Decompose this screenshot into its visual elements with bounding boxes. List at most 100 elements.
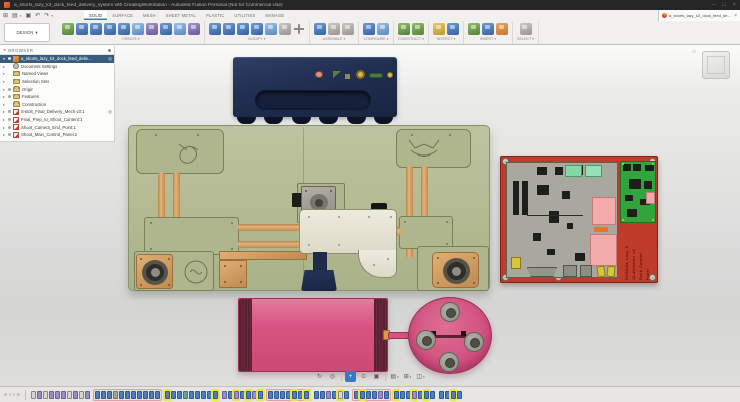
- browser-item-s-bolt-final-delivery-mech-v3-1[interactable]: ▸S-Bolt_Final_Delivery_Mech v3:1◎: [0, 108, 114, 116]
- timeline-feature-icon[interactable]: [189, 391, 194, 399]
- save-icon[interactable]: ▣: [25, 11, 31, 21]
- timeline-feature-icon[interactable]: [274, 391, 279, 399]
- move-icon[interactable]: [293, 23, 305, 35]
- browser-item-features[interactable]: ▸Features: [0, 93, 114, 101]
- timeline-feature-icon[interactable]: [222, 391, 227, 399]
- green-base-plate-body[interactable]: [128, 125, 490, 291]
- timeline-feature-icon[interactable]: [149, 391, 154, 399]
- thicken-icon[interactable]: [174, 23, 186, 35]
- timeline-feature-icon[interactable]: [195, 391, 200, 399]
- control-panel-pcb-body[interactable]: × × × × ×: [500, 156, 658, 283]
- redo-icon[interactable]: ↷: [44, 11, 49, 21]
- construction-axis-icon[interactable]: [412, 23, 424, 35]
- timeline-feature-icon[interactable]: [155, 391, 160, 399]
- visibility-dot[interactable]: [8, 57, 11, 60]
- browser-item-document-settings[interactable]: ▸Document Settings: [0, 63, 114, 71]
- timeline-feature-icon[interactable]: [424, 391, 429, 399]
- timeline-feature-icon[interactable]: [79, 391, 84, 399]
- new-component-icon[interactable]: [314, 23, 326, 35]
- timeline-feature-icon[interactable]: [338, 391, 343, 399]
- expand-icon[interactable]: ▸: [2, 125, 6, 130]
- visibility-dot[interactable]: [8, 126, 11, 129]
- zoom-icon[interactable]: ⊙: [358, 371, 369, 382]
- expand-icon[interactable]: ▸: [2, 79, 6, 84]
- visibility-dot[interactable]: [8, 110, 11, 113]
- browser-header[interactable]: ◂ BROWSER: [0, 46, 114, 55]
- toolbar-group-label[interactable]: CONSTRUCT ▾: [398, 36, 424, 43]
- timeline-feature-icon[interactable]: [240, 391, 245, 399]
- file-menu-icon[interactable]: ▤: [12, 11, 18, 21]
- extrude-icon[interactable]: [76, 23, 88, 35]
- home-icon[interactable]: ⌂: [692, 49, 696, 55]
- sweep-icon[interactable]: [104, 23, 116, 35]
- tab-manage[interactable]: MANAGE: [260, 11, 289, 20]
- toolbar-group-label[interactable]: CONFIGURE ▾: [363, 36, 388, 43]
- timeline-feature-icon[interactable]: [165, 391, 170, 399]
- expand-icon[interactable]: ▸: [2, 102, 6, 107]
- maximize-button[interactable]: □: [722, 0, 725, 10]
- browser-item-shoot-camera-end-point-1[interactable]: ▸Shoot_Camera_End_Point:1: [0, 123, 114, 131]
- timeline-feature-icon[interactable]: [430, 391, 435, 399]
- timeline-feature-icon[interactable]: [406, 391, 411, 399]
- timeline-feature-icon[interactable]: [43, 391, 48, 399]
- data-panel-icon[interactable]: ⊞: [3, 11, 8, 21]
- section-analysis-icon[interactable]: [447, 23, 459, 35]
- pink-roller-body[interactable]: [238, 298, 388, 372]
- loft-icon[interactable]: [118, 23, 130, 35]
- right-stepper-motor[interactable]: [432, 252, 479, 288]
- timeline-feature-icon[interactable]: [268, 391, 273, 399]
- disc-roller-bottom[interactable]: [439, 352, 459, 372]
- create-form-icon[interactable]: [188, 23, 200, 35]
- visibility-dot[interactable]: [8, 95, 11, 98]
- timeline-feature-icon[interactable]: [372, 391, 377, 399]
- visibility-dot[interactable]: [8, 65, 11, 68]
- browser-options-icon[interactable]: [108, 49, 111, 52]
- timeline-feature-icon[interactable]: [213, 391, 218, 399]
- tab-plastic[interactable]: PLASTIC: [201, 11, 229, 20]
- left-stepper-motor[interactable]: [136, 254, 173, 289]
- timeline-feature-icon[interactable]: [451, 391, 456, 399]
- timeline-feature-icon[interactable]: [332, 391, 337, 399]
- shell-icon[interactable]: [237, 23, 249, 35]
- timeline-feature-icon[interactable]: [171, 391, 176, 399]
- timeline-feature-icon[interactable]: [101, 391, 106, 399]
- toolbar-group-label[interactable]: ASSEMBLE ▾: [323, 36, 346, 43]
- toolbar-group-label[interactable]: CREATE ▾: [122, 36, 140, 43]
- right-rail-bracket[interactable]: [396, 129, 471, 168]
- timeline-feature-icon[interactable]: [234, 391, 239, 399]
- left-carriage[interactable]: [144, 217, 239, 255]
- timeline-feature-icon[interactable]: [177, 391, 182, 399]
- timeline-feature-icon[interactable]: [252, 391, 257, 399]
- navy-t-stem[interactable]: [313, 252, 327, 270]
- timeline-feature-icon[interactable]: [304, 391, 309, 399]
- toolbar-group-label[interactable]: MODIFY ▾: [248, 36, 265, 43]
- mainboard[interactable]: [506, 162, 618, 278]
- revolve-icon[interactable]: [90, 23, 102, 35]
- disc-roller-top[interactable]: [440, 302, 460, 322]
- canvas-icon[interactable]: [496, 23, 508, 35]
- look-at-icon[interactable]: ◎: [327, 371, 338, 382]
- timeline-feature-icon[interactable]: [445, 391, 450, 399]
- timeline-feature-icon[interactable]: [412, 391, 417, 399]
- timeline-feature-icon[interactable]: [143, 391, 148, 399]
- timeline-feature-icon[interactable]: [201, 391, 206, 399]
- mirror-icon[interactable]: [160, 23, 172, 35]
- expand-icon[interactable]: ▸: [2, 132, 6, 137]
- timeline-feature-icon[interactable]: [366, 391, 371, 399]
- timeline-feature-icon[interactable]: [280, 391, 285, 399]
- pan-icon[interactable]: +: [345, 371, 356, 382]
- timeline-feature-icon[interactable]: [73, 391, 78, 399]
- timeline-feature-icon[interactable]: [228, 391, 233, 399]
- browser-item-final-prep-to-shoot-content-1[interactable]: ▸Final_Prep_to_Shoot_Content:1: [0, 116, 114, 124]
- disc-roller-right[interactable]: [464, 332, 484, 352]
- center-rail-1[interactable]: [237, 224, 301, 231]
- timeline-feature-icon[interactable]: [320, 391, 325, 399]
- timeline-feature-icon[interactable]: [85, 391, 90, 399]
- timeline-feature-icon[interactable]: [246, 391, 251, 399]
- timeline-feature-icon[interactable]: [384, 391, 389, 399]
- tab-sheet-metal[interactable]: SHEET METAL: [161, 11, 201, 20]
- timeline-feature-icon[interactable]: [107, 391, 112, 399]
- timeline-feature-icon[interactable]: [131, 391, 136, 399]
- browser-item-selection-sets[interactable]: ▸Selection Sets: [0, 78, 114, 86]
- timeline-feature-icon[interactable]: [55, 391, 60, 399]
